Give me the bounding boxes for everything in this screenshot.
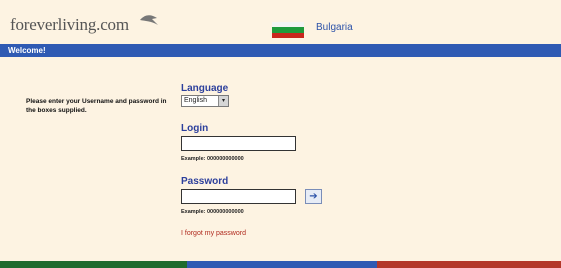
login-label: Login (181, 123, 209, 134)
login-input[interactable] (181, 136, 296, 151)
password-label: Password (181, 176, 229, 187)
login-instructions: Please enter your Username and password … (26, 98, 167, 114)
password-example: Example: 000000000000 (181, 209, 244, 215)
country-flag[interactable] (272, 22, 304, 39)
footer-color-bar (0, 261, 561, 268)
password-input[interactable] (181, 189, 296, 204)
welcome-label: Welcome! (8, 46, 46, 55)
footer-segment-red (377, 261, 561, 268)
country-link[interactable]: Bulgaria (316, 22, 353, 33)
footer-segment-blue (187, 261, 377, 268)
site-logo[interactable]: foreverliving.com (10, 15, 129, 35)
chevron-down-icon[interactable]: ▾ (218, 96, 228, 106)
submit-button[interactable]: ➔ (305, 189, 322, 204)
language-selected-value: English (184, 97, 207, 104)
language-label: Language (181, 83, 229, 94)
arrow-right-icon: ➔ (309, 191, 318, 202)
logo-leaf-icon (140, 15, 158, 25)
forgot-password-link[interactable]: I forgot my password (181, 230, 246, 237)
footer-segment-green (0, 261, 187, 268)
flag-stripe-red (272, 32, 304, 39)
welcome-bar: Welcome! (0, 44, 561, 57)
login-example: Example: 000000000000 (181, 156, 244, 162)
language-select[interactable]: English ▾ (181, 95, 229, 107)
